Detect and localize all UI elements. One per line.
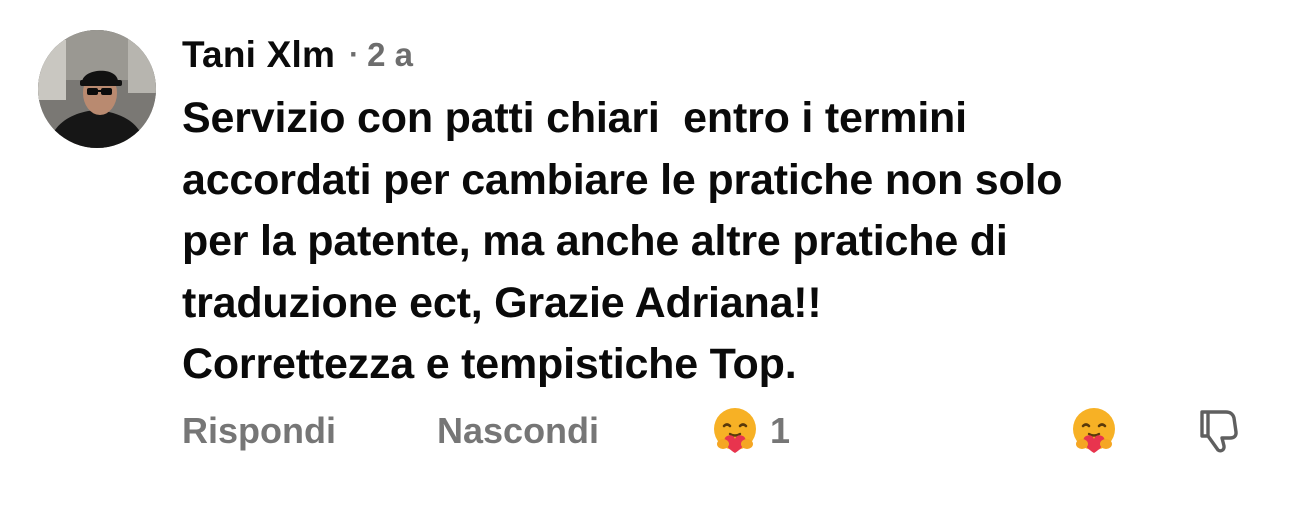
- comment-text: Servizio con patti chiari entro i termin…: [182, 94, 1063, 388]
- profile-photo: [38, 30, 156, 148]
- care-emoji-icon: [714, 408, 756, 453]
- hide-button[interactable]: Nascondi: [437, 405, 599, 457]
- reaction-count: 1: [770, 410, 791, 451]
- timestamp[interactable]: 2 a: [367, 36, 413, 74]
- author-name[interactable]: Tani Xlm: [182, 34, 335, 76]
- avatar[interactable]: [38, 30, 156, 148]
- care-emoji-icon: [1073, 408, 1115, 453]
- comment-header: Tani Xlm · 2 a: [182, 30, 413, 80]
- dislike-button[interactable]: [1192, 405, 1244, 457]
- comment: Tani Xlm · 2 a Servizio con patti chiari…: [0, 0, 1290, 514]
- dot-separator: ·: [349, 38, 360, 71]
- reply-button[interactable]: Rispondi: [182, 405, 336, 457]
- thumbs-down-icon: [1200, 410, 1238, 453]
- reaction-summary[interactable]: 1: [710, 405, 790, 457]
- react-button[interactable]: [1066, 405, 1122, 457]
- comment-actions: Rispondi Nascondi 1: [182, 405, 1262, 457]
